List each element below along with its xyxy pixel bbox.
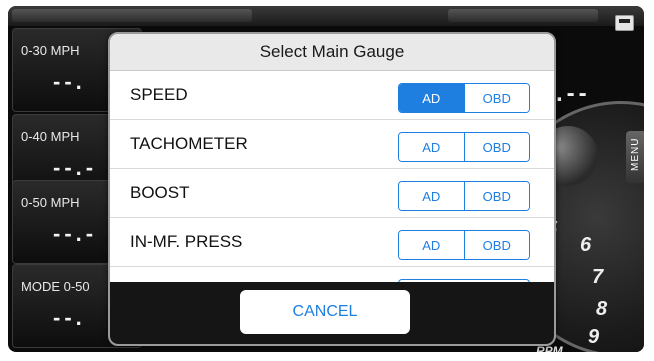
tile-value: --. xyxy=(53,69,86,94)
row-label: BOOST xyxy=(130,183,190,202)
cancel-button[interactable]: CANCEL xyxy=(240,290,410,334)
row-label: TACHOMETER xyxy=(130,134,248,153)
speed-readout: .-- xyxy=(556,80,591,107)
obd-option-button[interactable]: OBD xyxy=(463,231,529,259)
source-selector: AD OBD xyxy=(398,83,530,113)
gauge-number: 8 xyxy=(596,298,608,320)
display-toggle-icon[interactable] xyxy=(615,15,634,31)
gauge-number: 6 xyxy=(580,234,592,256)
tile-label: MODE 0-50 xyxy=(21,279,90,294)
menu-label: MENU xyxy=(630,137,641,171)
menu-tab[interactable]: MENU xyxy=(626,131,644,183)
obd-option-button[interactable]: OBD xyxy=(463,133,529,161)
ad-option-button[interactable]: AD xyxy=(399,231,464,259)
top-bar-right xyxy=(448,9,598,22)
tile-label: 0-50 MPH xyxy=(21,195,80,210)
gauge-row-speed: SPEED AD OBD xyxy=(110,71,554,120)
row-label: IN-MF. PRESS xyxy=(130,232,243,251)
tile-label: 0-30 MPH xyxy=(21,43,80,58)
gauge-row-tachometer: TACHOMETER AD OBD xyxy=(110,120,554,169)
source-selector: AD OBD xyxy=(398,181,530,211)
select-main-gauge-dialog: Select Main Gauge SPEED AD OBD TACHOMETE… xyxy=(108,32,556,346)
tile-value: --.- xyxy=(53,221,98,246)
ad-option-button[interactable]: AD xyxy=(399,133,464,161)
top-strip xyxy=(8,6,644,26)
tile-value: --.- xyxy=(53,155,98,180)
gauge-row-boost: BOOST AD OBD xyxy=(110,169,554,218)
ad-option-button[interactable]: AD xyxy=(399,182,464,210)
dialog-footer: CANCEL xyxy=(110,282,554,344)
gauge-number: 7 xyxy=(592,266,604,288)
gauge-row-in-mf-press: IN-MF. PRESS AD OBD xyxy=(110,218,554,267)
source-selector: AD OBD xyxy=(398,230,530,260)
tile-value: --. xyxy=(53,305,86,330)
obd-option-button[interactable]: OBD xyxy=(463,84,529,112)
top-bar-left xyxy=(12,9,252,22)
dialog-title: Select Main Gauge xyxy=(110,34,554,71)
gauge-number: 9 xyxy=(588,326,600,348)
tile-label: 0-40 MPH xyxy=(21,129,80,144)
ad-option-button[interactable]: AD xyxy=(399,84,464,112)
obd-option-button[interactable]: OBD xyxy=(463,182,529,210)
source-selector: AD OBD xyxy=(398,132,530,162)
row-label: SPEED xyxy=(130,85,188,104)
